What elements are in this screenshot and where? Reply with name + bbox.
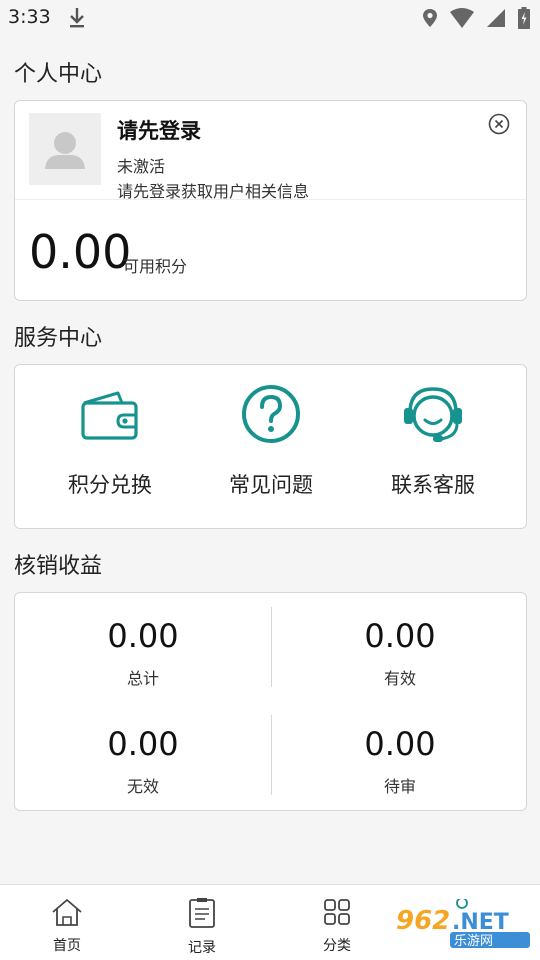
- grid-icon: [324, 899, 350, 925]
- clipboard-icon: [189, 898, 215, 928]
- wallet-icon: [81, 391, 138, 440]
- close-icon[interactable]: [488, 113, 510, 139]
- location-icon: [422, 8, 438, 32]
- stat-value: 0.00: [364, 617, 436, 655]
- stat-value: 0.00: [107, 617, 179, 655]
- stat-valid: 0.00 有效: [272, 617, 528, 689]
- download-icon: [66, 6, 88, 34]
- watermark-logo: 962 .NET 乐游网: [394, 897, 534, 949]
- stat-value: 0.00: [364, 725, 436, 763]
- avatar[interactable]: [29, 113, 101, 185]
- services-section-title: 服务中心: [14, 326, 103, 351]
- stat-label: 待审: [383, 777, 416, 796]
- card-divider: [15, 199, 526, 200]
- stat-invalid: 0.00 无效: [15, 725, 271, 797]
- profile-section-title: 个人中心: [14, 62, 103, 87]
- stat-label: 有效: [383, 669, 416, 688]
- nav-item-categories[interactable]: 分类: [292, 897, 382, 955]
- svg-text:962: 962: [396, 906, 450, 936]
- services-card: 积分兑换 常见问题 联系客服: [14, 364, 527, 529]
- service-label: 联系客服: [391, 473, 475, 497]
- stat-label: 总计: [126, 669, 159, 688]
- nav-item-home[interactable]: 首页: [22, 897, 112, 955]
- stat-value: 0.00: [107, 725, 179, 763]
- service-label: 常见问题: [229, 473, 313, 497]
- home-icon: [52, 899, 82, 926]
- nav-label: 分类: [323, 938, 351, 954]
- headset-icon: [404, 387, 462, 442]
- battery-icon: [518, 7, 530, 33]
- service-faq[interactable]: 常见问题: [186, 383, 356, 499]
- service-label: 积分兑换: [68, 473, 152, 497]
- svg-text:.NET: .NET: [452, 910, 509, 935]
- bottom-nav: 首页 记录 分类 962 .NET 乐游网: [0, 884, 540, 960]
- nav-label: 记录: [188, 940, 216, 956]
- status-time: 3:33: [8, 6, 51, 28]
- stat-pending: 0.00 待审: [272, 725, 528, 797]
- user-icon: [45, 132, 85, 169]
- stat-total: 0.00 总计: [15, 617, 271, 689]
- login-status: 未激活: [117, 157, 166, 176]
- status-bar: 3:33: [0, 0, 540, 36]
- signal-icon: [486, 8, 506, 32]
- stat-label: 无效: [126, 777, 159, 796]
- question-icon: [242, 385, 300, 443]
- login-title[interactable]: 请先登录: [117, 115, 201, 145]
- service-contact-support[interactable]: 联系客服: [348, 383, 518, 499]
- earnings-section-title: 核销收益: [14, 554, 103, 579]
- earnings-card: 0.00 总计 0.00 有效 0.00 无效 0.00 待审: [14, 592, 527, 811]
- wifi-icon: [450, 8, 474, 32]
- nav-item-records[interactable]: 记录: [157, 897, 247, 957]
- points-value: 0.00: [29, 225, 132, 279]
- svg-text:乐游网: 乐游网: [454, 934, 493, 949]
- profile-card[interactable]: 请先登录 未激活 请先登录获取用户相关信息 0.00 可用积分: [14, 100, 527, 301]
- nav-label: 首页: [53, 938, 81, 954]
- service-points-exchange[interactable]: 积分兑换: [25, 383, 195, 499]
- points-label: 可用积分: [123, 257, 188, 276]
